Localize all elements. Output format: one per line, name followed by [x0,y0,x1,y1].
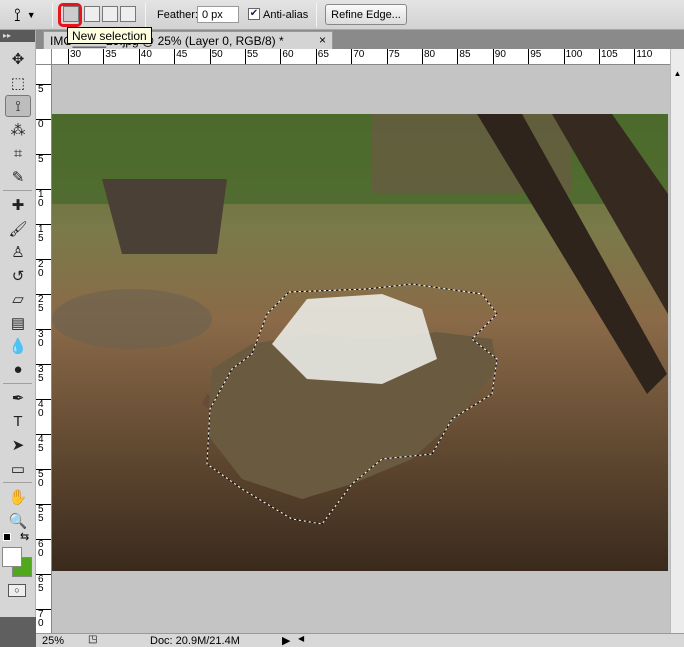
polygonal-lasso-icon[interactable]: ⟟ ▼ [14,0,36,30]
ruler-label: 75 [386,49,400,64]
ruler-label: 30 [36,329,51,349]
tool-blur-icon[interactable]: 💧 [5,335,31,357]
document-image[interactable] [52,114,668,571]
tool-pen-icon[interactable]: ✒ [5,387,31,409]
quick-mask-button[interactable]: ○ [8,584,26,597]
ruler-label: 10 [36,189,51,209]
anti-alias-label: Anti-alias [263,9,309,21]
toolbox: ▸▸ ✥ ⬚ ⟟ ⁂ ⌗ ✎ ✚ 🖌 ♙ ↺ ▱ ▤ 💧 ● ✒ T ➤ ▭ ✋ 🔍 ⇆ ○ [0,30,36,617]
ruler-label: 70 [36,609,51,629]
ruler-label: 100 [563,49,582,64]
ruler-label: 35 [36,364,51,384]
ruler-origin[interactable] [36,49,52,65]
divider [3,383,32,384]
hscroll-left-icon[interactable]: ◀ [298,634,304,643]
tool-dodge-icon[interactable]: ● [5,359,31,381]
feather-label: Feather: [157,9,198,21]
tool-zoom-icon[interactable]: 🔍 [5,510,31,532]
ruler-label: 25 [36,294,51,314]
ruler-label: 55 [36,504,51,524]
tool-history-brush-icon[interactable]: ↺ [5,265,31,287]
status-bar-icon[interactable]: ◳ [88,634,97,645]
tool-crop-icon[interactable]: ⌗ [5,142,31,164]
tool-hand-icon[interactable]: ✋ [5,486,31,508]
horizontal-ruler[interactable]: 30 35 40 45 50 55 60 65 70 75 80 85 90 95 100 105 110 [52,49,670,65]
scroll-up-icon[interactable]: ▲ [671,69,684,78]
intersect-with-selection-button[interactable] [120,6,136,22]
ruler-label: 50 [36,469,51,489]
puddle [52,289,212,349]
tool-brush-icon[interactable]: 🖌 [5,218,31,240]
status-bar: 25% ◳ Doc: 20.9M/21.4M ▶ ◀ [36,633,684,647]
ruler-label: 35 [103,49,117,64]
vertical-ruler[interactable]: 50510152025303540455055606570 [36,65,52,633]
tool-path-selection-icon[interactable]: ➤ [5,434,31,456]
tool-type-icon[interactable]: T [5,411,31,433]
divider [52,3,53,27]
tooltip: New selection [67,27,152,44]
ruler-label: 45 [174,49,187,64]
ruler-label: 30 [68,49,81,64]
ruler-label: 45 [36,434,51,454]
ruler-label: 65 [36,574,51,594]
tool-rectangle-shape-icon[interactable]: ▭ [5,458,31,480]
ruler-label: 70 [351,49,364,64]
tool-move-icon[interactable]: ✥ [5,48,31,70]
ruler-label: 80 [422,49,435,64]
vertical-scrollbar[interactable]: ▲ [670,49,684,633]
foreground-color-swatch[interactable] [2,547,22,567]
ruler-label: 55 [245,49,258,64]
ruler-label: 65 [315,49,329,64]
ruler-label: 20 [36,259,51,279]
ruler-label: 60 [36,539,51,559]
tool-eyedropper-icon[interactable]: ✎ [5,166,31,188]
panel-dock-bg [0,617,36,647]
divider [3,190,32,191]
ruler-label: 5 [36,84,51,95]
add-to-selection-button[interactable] [84,6,100,22]
ruler-label: 95 [528,49,541,64]
default-colors-icon[interactable] [3,533,11,541]
ruler-label: 110 [634,49,652,64]
divider [3,482,32,483]
status-menu-arrow-icon[interactable]: ▶ [282,634,290,647]
tool-clone-stamp-icon[interactable]: ♙ [5,241,31,263]
new-selection-button[interactable] [63,6,79,22]
tool-rectangular-marquee-icon[interactable]: ⬚ [5,72,31,94]
tool-spot-healing-icon[interactable]: ✚ [5,194,31,216]
ruler-label: 15 [36,224,51,244]
divider [316,3,317,27]
water-tub [102,179,227,254]
options-bar: ⟟▼ Feather: ✔ Anti-alias Refine Edge... [0,0,684,30]
feather-input[interactable] [197,6,239,23]
ruler-label: 60 [280,49,294,64]
tool-polygonal-lasso-icon[interactable]: ⟟ [5,95,31,117]
zoom-level[interactable]: 25% [42,635,64,647]
toolbox-collapse[interactable]: ▸▸ [0,30,35,42]
tool-gradient-icon[interactable]: ▤ [5,312,31,334]
ruler-label: 40 [36,399,51,419]
ruler-label: 0 [36,119,51,130]
anti-alias-checkbox[interactable]: ✔ [248,8,260,20]
tool-magic-wand-icon[interactable]: ⁂ [5,119,31,141]
divider [145,3,146,27]
close-tab-icon[interactable]: × [319,33,326,47]
doc-size: Doc: 20.9M/21.4M [150,635,240,647]
ruler-label: 105 [599,49,618,64]
tool-eraser-icon[interactable]: ▱ [5,288,31,310]
ruler-label: 50 [209,49,223,64]
canvas-area[interactable] [52,65,670,633]
swap-colors-icon[interactable]: ⇆ [20,530,29,543]
ruler-label: 90 [492,49,506,64]
ruler-label: 85 [457,49,471,64]
ruler-label: 40 [138,49,152,64]
subtract-from-selection-button[interactable] [102,6,118,22]
refine-edge-button[interactable]: Refine Edge... [325,4,407,25]
ruler-label: 5 [36,154,51,165]
